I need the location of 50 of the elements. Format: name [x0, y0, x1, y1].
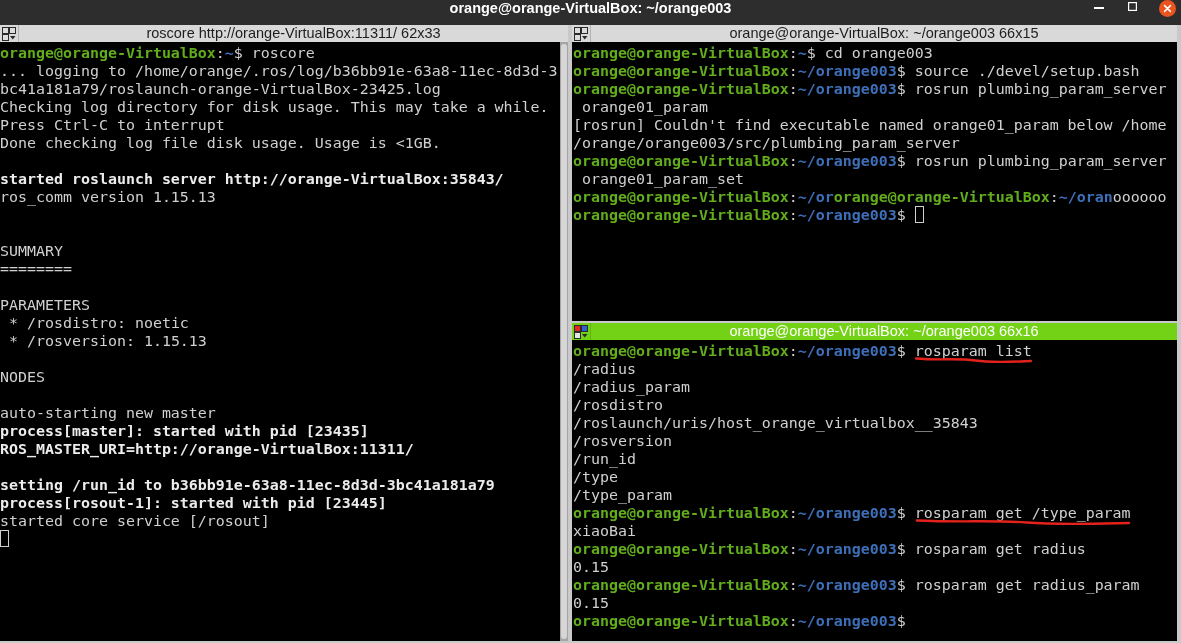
- output-line: ========: [0, 260, 72, 278]
- prompt-line: orange@orange-VirtualBox:~/ororange@orange-VirtualBox:~/oranoooooo: [573, 188, 1167, 206]
- output-line: /roslaunch/uris/host_orange_virtualbox__35843: [573, 414, 978, 432]
- output-line: Checking log directory for disk usage. This may take a while.: [0, 98, 549, 116]
- output-line: auto-starting new master: [0, 404, 216, 422]
- output-line: NODES: [0, 368, 45, 386]
- output-line: SUMMARY: [0, 242, 63, 260]
- output-line: setting /run_id to b36bb91e-63a8-11ec-8d3d-3bc41a181a79: [0, 476, 495, 494]
- output-line: /type: [573, 468, 618, 486]
- prompt-line: orange@orange-VirtualBox:~/orange003$ rosparam get /type_param: [573, 504, 1131, 522]
- output-line: * /rosdistro: noetic: [8, 314, 189, 332]
- output-line: process[rosout-1]: started with pid [23445]: [0, 494, 387, 512]
- output-line: /run_id: [573, 450, 636, 468]
- output-line: /rosdistro: [573, 396, 663, 414]
- prompt-line: orange@orange-VirtualBox:~/orange003$: [573, 612, 906, 630]
- close-icon[interactable]: [1159, 0, 1176, 17]
- maximize-icon[interactable]: [1128, 2, 1137, 11]
- output-line: ROS_MASTER_URI=http://orange-VirtualBox:11311/: [0, 440, 414, 458]
- output-line: /radius: [573, 360, 636, 378]
- output-line: xiaoBai: [573, 522, 636, 540]
- output-line: ros_comm version 1.15.13: [0, 188, 216, 206]
- prompt-line: orange@orange-VirtualBox:~/orange003$: [573, 206, 906, 224]
- pane-title: orange@orange-VirtualBox: ~/orange003 66x15: [728, 25, 1040, 42]
- output-line: started core service [/rosout]: [0, 512, 270, 530]
- output-line: 0.15: [573, 594, 609, 612]
- grid-icon[interactable]: [574, 324, 588, 339]
- output-line: /radius_param: [573, 378, 690, 396]
- output-line: Press Ctrl-C to interrupt: [0, 116, 225, 134]
- prompt-line: orange@orange-VirtualBox:~/orange003$ rosparam get radius: [573, 540, 1086, 558]
- output-line: ... logging to /home/orange/.ros/log/b36bb91e-63a8-11ec-8d3d-3bc41a181a79/roslaunch-orange-VirtualBox-23425.log: [0, 62, 558, 98]
- output-line: 0.15: [573, 558, 609, 576]
- scrollbar[interactable]: [560, 42, 568, 641]
- output-line: process[master]: started with pid [23435]: [0, 422, 369, 440]
- output-line: /type_param: [573, 486, 672, 504]
- pane-title: roscore http://orange-VirtualBox:11311/ 62x33: [145, 25, 442, 42]
- prompt-line: orange@orange-VirtualBox:~$ cd orange003: [573, 44, 933, 62]
- prompt-line: orange@orange-VirtualBox:~/orange003$ rosparam list: [573, 342, 1032, 360]
- prompt-line: orange@orange-VirtualBox:~$ roscore: [0, 44, 315, 62]
- pane-title: orange@orange-VirtualBox: ~/orange003 66x16: [728, 323, 1040, 340]
- output-line: * /rosversion: 1.15.13: [8, 332, 207, 350]
- output-line: /rosversion: [573, 432, 672, 450]
- output-line: Done checking log file disk usage. Usage is <1GB.: [0, 134, 441, 152]
- output-line: PARAMETERS: [0, 296, 90, 314]
- window-title: orange@orange-VirtualBox: ~/orange003: [449, 0, 732, 16]
- output-line: started roslaunch server http://orange-VirtualBox:35843/: [0, 170, 504, 188]
- prompt-line: orange@orange-VirtualBox:~/orange003$ source ./devel/setup.bash: [573, 62, 1140, 80]
- grid-icon[interactable]: [574, 26, 588, 41]
- grid-icon[interactable]: [2, 26, 16, 41]
- prompt-line: orange@orange-VirtualBox:~/orange003$ rosrun plumbing_param_server orange01_param: [573, 80, 1167, 116]
- prompt-line: orange@orange-VirtualBox:~/orange003$ rosparam get radius_param: [573, 576, 1140, 594]
